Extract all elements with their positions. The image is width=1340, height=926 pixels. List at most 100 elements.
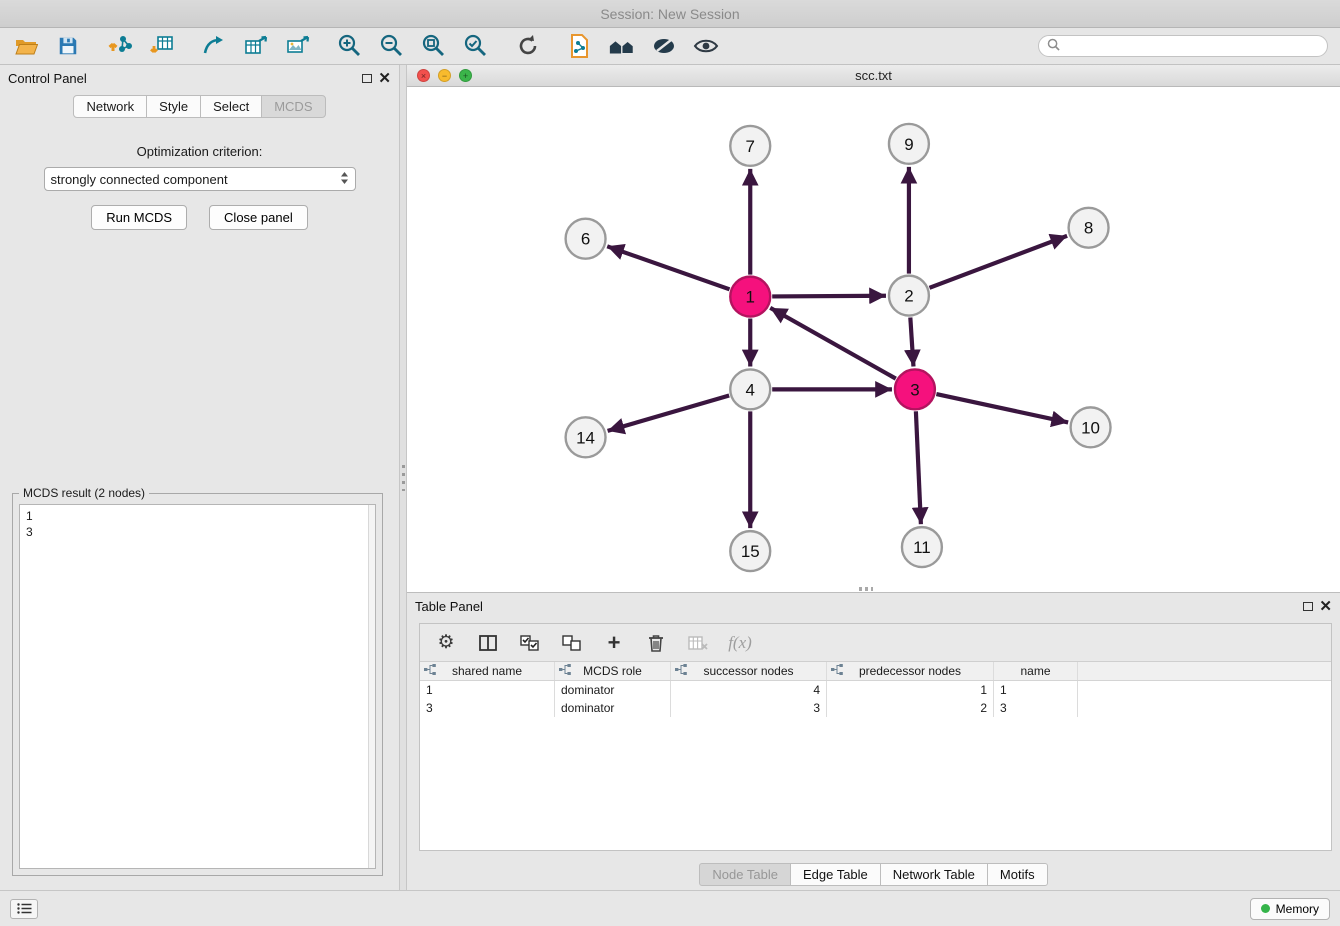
search-icon bbox=[1047, 38, 1060, 54]
result-line: 3 bbox=[26, 524, 369, 540]
graph-node-14[interactable]: 14 bbox=[566, 417, 606, 457]
panel-splitter[interactable] bbox=[400, 65, 407, 890]
column-tree-icon bbox=[424, 664, 436, 678]
column-header-predecessor-nodes[interactable]: predecessor nodes bbox=[827, 662, 994, 680]
search-input[interactable] bbox=[1066, 39, 1319, 53]
tab-motifs[interactable]: Motifs bbox=[987, 863, 1048, 886]
cell-predecessor-nodes: 1 bbox=[827, 681, 994, 699]
graph-edge-3-1[interactable] bbox=[770, 308, 896, 379]
refresh-icon[interactable] bbox=[514, 32, 542, 60]
close-panel-button[interactable]: Close panel bbox=[209, 205, 308, 230]
tab-mcds[interactable]: MCDS bbox=[261, 95, 325, 118]
column-header-shared-name[interactable]: shared name bbox=[420, 662, 555, 680]
column-header-successor-nodes[interactable]: successor nodes bbox=[671, 662, 827, 680]
column-header-name[interactable]: name bbox=[994, 662, 1078, 680]
graph-node-9[interactable]: 9 bbox=[889, 124, 929, 164]
graph-edge-3-11[interactable] bbox=[916, 411, 921, 524]
add-column-icon[interactable]: + bbox=[602, 631, 626, 655]
graph-node-3[interactable]: 3 bbox=[895, 369, 935, 409]
select-all-columns-icon[interactable] bbox=[518, 631, 542, 655]
table-toolbar: ⚙ + f(x) bbox=[420, 624, 1331, 662]
minimize-window-icon[interactable]: − bbox=[438, 69, 451, 82]
column-header-mcds-role[interactable]: MCDS role bbox=[555, 662, 671, 680]
network-window-titlebar[interactable]: scc.txt × − + bbox=[407, 65, 1340, 87]
close-window-icon[interactable]: × bbox=[417, 69, 430, 82]
table-tabs: Node Table Edge Table Network Table Moti… bbox=[407, 863, 1340, 886]
graph-node-2[interactable]: 2 bbox=[889, 276, 929, 316]
export-table-icon[interactable] bbox=[242, 32, 270, 60]
column-tree-icon bbox=[831, 664, 843, 678]
table-row[interactable]: 1 dominator 4 1 1 bbox=[420, 681, 1331, 699]
open-session-icon[interactable] bbox=[12, 32, 40, 60]
import-database-icon[interactable] bbox=[566, 32, 594, 60]
export-image-icon[interactable] bbox=[284, 32, 312, 60]
graph-node-4[interactable]: 4 bbox=[730, 369, 770, 409]
delete-column-trash-icon[interactable] bbox=[644, 631, 668, 655]
tab-network-table[interactable]: Network Table bbox=[880, 863, 988, 886]
eye-icon[interactable] bbox=[692, 32, 720, 60]
zoom-fit-icon[interactable] bbox=[420, 32, 448, 60]
window-title: Session: New Session bbox=[600, 6, 739, 22]
graph-edge-3-10[interactable] bbox=[936, 394, 1068, 422]
float-panel-icon[interactable] bbox=[362, 74, 372, 83]
split-view-icon[interactable] bbox=[476, 631, 500, 655]
tab-style[interactable]: Style bbox=[146, 95, 201, 118]
import-network-icon[interactable] bbox=[106, 32, 134, 60]
criterion-select[interactable]: strongly connected component bbox=[44, 167, 356, 191]
tab-edge-table[interactable]: Edge Table bbox=[790, 863, 881, 886]
graph-node-10[interactable]: 10 bbox=[1071, 407, 1111, 447]
import-table-icon[interactable] bbox=[148, 32, 176, 60]
tab-select[interactable]: Select bbox=[200, 95, 262, 118]
graph-node-15[interactable]: 15 bbox=[730, 531, 770, 571]
close-table-panel-icon[interactable]: ✕ bbox=[1319, 599, 1332, 614]
tab-network[interactable]: Network bbox=[73, 95, 147, 118]
search-field[interactable] bbox=[1038, 35, 1328, 57]
export-network-icon[interactable] bbox=[200, 32, 228, 60]
result-line: 1 bbox=[26, 508, 369, 524]
zoom-window-icon[interactable]: + bbox=[459, 69, 472, 82]
optimization-criterion-label: Optimization criterion: bbox=[0, 144, 399, 159]
table-settings-gear-icon[interactable]: ⚙ bbox=[434, 631, 458, 655]
mcds-result-list[interactable]: 1 3 bbox=[19, 504, 376, 869]
criterion-selected-value: strongly connected component bbox=[51, 172, 340, 187]
cell-name: 1 bbox=[994, 681, 1078, 699]
control-panel-title: Control Panel bbox=[8, 71, 87, 86]
float-table-panel-icon[interactable] bbox=[1303, 602, 1313, 611]
graph-edge-1-6[interactable] bbox=[607, 246, 729, 289]
close-panel-icon[interactable]: ✕ bbox=[378, 71, 391, 86]
graph-node-11[interactable]: 11 bbox=[902, 527, 942, 567]
run-mcds-button[interactable]: Run MCDS bbox=[91, 205, 187, 230]
select-arrows-icon bbox=[340, 171, 349, 188]
zoom-selected-icon[interactable] bbox=[462, 32, 490, 60]
save-session-icon[interactable] bbox=[54, 32, 82, 60]
graph-node-8[interactable]: 8 bbox=[1069, 208, 1109, 248]
style-icon[interactable] bbox=[650, 32, 678, 60]
result-scrollbar[interactable] bbox=[368, 505, 375, 868]
graph-node-label: 2 bbox=[904, 287, 913, 306]
graph-node-6[interactable]: 6 bbox=[566, 219, 606, 259]
zoom-out-icon[interactable] bbox=[378, 32, 406, 60]
network-canvas[interactable]: 7 9 6 8 1 2 4 3 14 10 15 11 bbox=[407, 87, 1340, 592]
cell-successor-nodes: 4 bbox=[671, 681, 827, 699]
delete-table-icon bbox=[686, 631, 710, 655]
window-resize-grip-icon[interactable] bbox=[859, 587, 873, 591]
graph-node-1[interactable]: 1 bbox=[730, 277, 770, 317]
task-history-button[interactable] bbox=[10, 899, 38, 919]
tab-node-table[interactable]: Node Table bbox=[699, 863, 791, 886]
graph-node-7[interactable]: 7 bbox=[730, 126, 770, 166]
mcds-result-group: MCDS result (2 nodes) 1 3 bbox=[12, 493, 383, 876]
mcds-result-title: MCDS result (2 nodes) bbox=[19, 486, 149, 500]
graph-edge-2-3[interactable] bbox=[910, 317, 913, 366]
ndex-icon[interactable] bbox=[608, 32, 636, 60]
graph-edge-1-2[interactable] bbox=[772, 296, 886, 297]
graph-edge-2-8[interactable] bbox=[929, 236, 1067, 288]
zoom-in-icon[interactable] bbox=[336, 32, 364, 60]
column-tree-icon bbox=[559, 664, 571, 678]
network-window-title: scc.txt bbox=[407, 68, 1340, 83]
graph-node-label: 3 bbox=[910, 380, 919, 399]
graph-edge-4-14[interactable] bbox=[608, 396, 730, 431]
deselect-all-columns-icon[interactable] bbox=[560, 631, 584, 655]
memory-button[interactable]: Memory bbox=[1250, 898, 1330, 920]
table-row[interactable]: 3 dominator 3 2 3 bbox=[420, 699, 1331, 717]
function-builder-icon: f(x) bbox=[728, 631, 752, 655]
